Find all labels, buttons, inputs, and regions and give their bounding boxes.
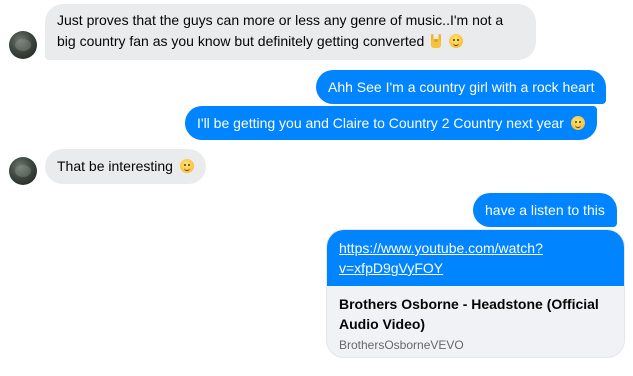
message-incoming-1[interactable]: Just proves that the guys can more or le… [45,4,536,60]
message-text: have a listen to this [485,202,605,218]
link-preview-title: Brothers Osborne - Headstone (Official A… [339,296,599,332]
message-text: Ahh See I'm a country girl with a rock h… [328,79,595,95]
link-url-line-2[interactable]: v=xfpD9gVyFOY [339,260,443,276]
message-outgoing-1[interactable]: Ahh See I'm a country girl with a rock h… [316,70,607,104]
link-url-line-1[interactable]: https://www.youtube.com/watch? [339,240,543,256]
message-incoming-2[interactable]: That be interesting [45,149,206,184]
message-text: I'll be getting you and Claire to Countr… [197,115,564,131]
message-text: That be interesting [57,158,173,174]
avatar[interactable] [9,157,37,185]
sign-of-the-horns-emoji-icon [430,34,442,49]
message-outgoing-2[interactable]: I'll be getting you and Claire to Countr… [185,106,597,140]
smiling-face-emoji-icon [570,116,585,130]
smiling-face-emoji-icon [449,34,464,48]
link-preview-source: BrothersOsborneVEVO [339,338,464,352]
message-outgoing-3[interactable]: have a listen to this [473,193,617,227]
avatar[interactable] [9,31,37,59]
link-preview-card[interactable]: https://www.youtube.com/watch? v=xfpD9gV… [326,229,625,358]
smiling-face-emoji-icon [179,159,194,173]
link-preview-details[interactable]: Brothers Osborne - Headstone (Official A… [327,286,624,354]
link-url-block[interactable]: https://www.youtube.com/watch? v=xfpD9gV… [327,230,624,286]
